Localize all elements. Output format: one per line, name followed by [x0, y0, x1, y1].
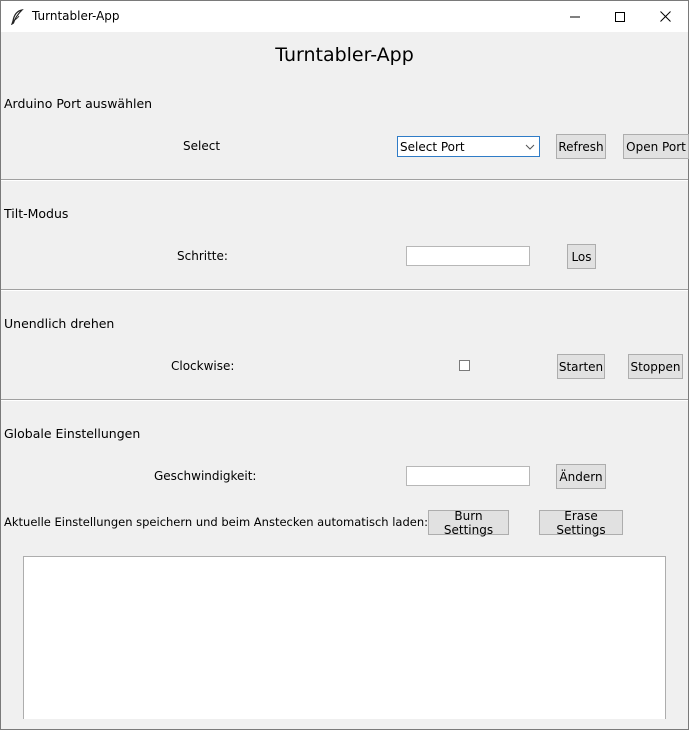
feather-icon	[10, 9, 24, 26]
stop-button[interactable]: Stoppen	[628, 354, 683, 379]
port-combobox[interactable]: Select Port	[397, 136, 540, 157]
chevron-down-icon	[525, 141, 535, 155]
spin-section-title: Unendlich drehen	[4, 316, 115, 331]
open-port-button[interactable]: Open Port	[623, 134, 689, 159]
select-label: Select	[183, 139, 221, 153]
close-icon	[659, 11, 671, 22]
maximize-icon	[615, 11, 625, 22]
tilt-section-title: Tilt-Modus	[4, 206, 69, 221]
go-button[interactable]: Los	[567, 244, 596, 269]
port-combobox-value: Select Port	[400, 139, 465, 154]
erase-settings-button[interactable]: Erase Settings	[539, 509, 623, 537]
steps-label: Schritte:	[177, 249, 228, 263]
output-textarea[interactable]	[23, 556, 666, 719]
window-title: Turntabler-App	[32, 9, 120, 23]
steps-input[interactable]	[406, 246, 530, 266]
separator	[1, 289, 688, 291]
maximize-button[interactable]	[597, 1, 643, 32]
app-window: Turntabler-App Turntabler-App Arduino Po…	[0, 0, 689, 730]
save-settings-text: Aktuelle Einstellungen speichern und bei…	[4, 515, 429, 529]
clockwise-checkbox[interactable]	[459, 360, 470, 371]
minimize-button[interactable]	[552, 1, 598, 32]
app-heading: Turntabler-App	[275, 44, 414, 66]
separator	[1, 179, 688, 181]
title-bar: Turntabler-App	[1, 1, 688, 32]
burn-settings-button[interactable]: Burn Settings	[428, 509, 509, 537]
change-button[interactable]: Ändern	[556, 464, 606, 489]
minimize-icon	[570, 12, 580, 22]
refresh-button[interactable]: Refresh	[556, 134, 606, 159]
start-button[interactable]: Starten	[557, 354, 605, 379]
global-section-title: Globale Einstellungen	[4, 426, 141, 441]
speed-label: Geschwindigkeit:	[154, 469, 257, 483]
close-button[interactable]	[642, 1, 688, 32]
clockwise-label: Clockwise:	[171, 359, 235, 373]
speed-input[interactable]	[406, 466, 530, 486]
separator	[1, 399, 688, 401]
port-section-title: Arduino Port auswählen	[4, 96, 153, 111]
